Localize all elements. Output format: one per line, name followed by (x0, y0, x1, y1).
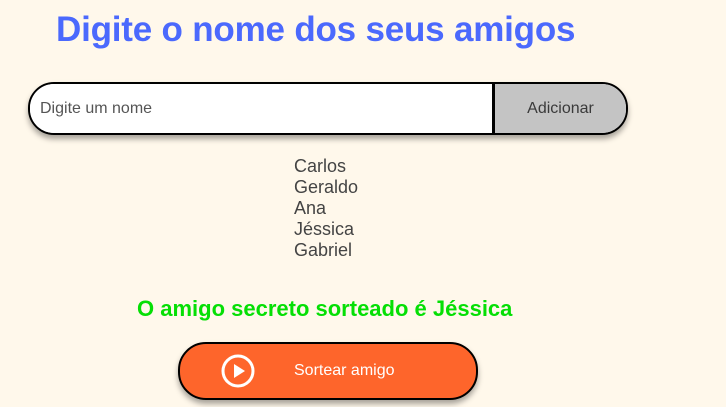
play-circle-icon (220, 353, 256, 389)
add-button[interactable]: Adicionar (492, 84, 626, 133)
list-item: Gabriel (294, 240, 353, 260)
friend-list: Carlos Geraldo Ana Jéssica Gabriel (294, 156, 358, 261)
add-friend-form: Adicionar (28, 82, 628, 135)
list-item: Carlos (294, 156, 347, 176)
list-item: Ana (294, 198, 327, 218)
list-item: Geraldo (294, 177, 359, 197)
list-item: Jéssica (294, 219, 355, 239)
draw-result: O amigo secreto sorteado é Jéssica (137, 296, 513, 321)
draw-friend-button[interactable]: Sortear amigo (178, 342, 478, 400)
draw-button-label: Sortear amigo (294, 362, 395, 379)
page-title: Digite o nome dos seus amigos (56, 10, 576, 49)
name-input[interactable] (30, 84, 492, 133)
